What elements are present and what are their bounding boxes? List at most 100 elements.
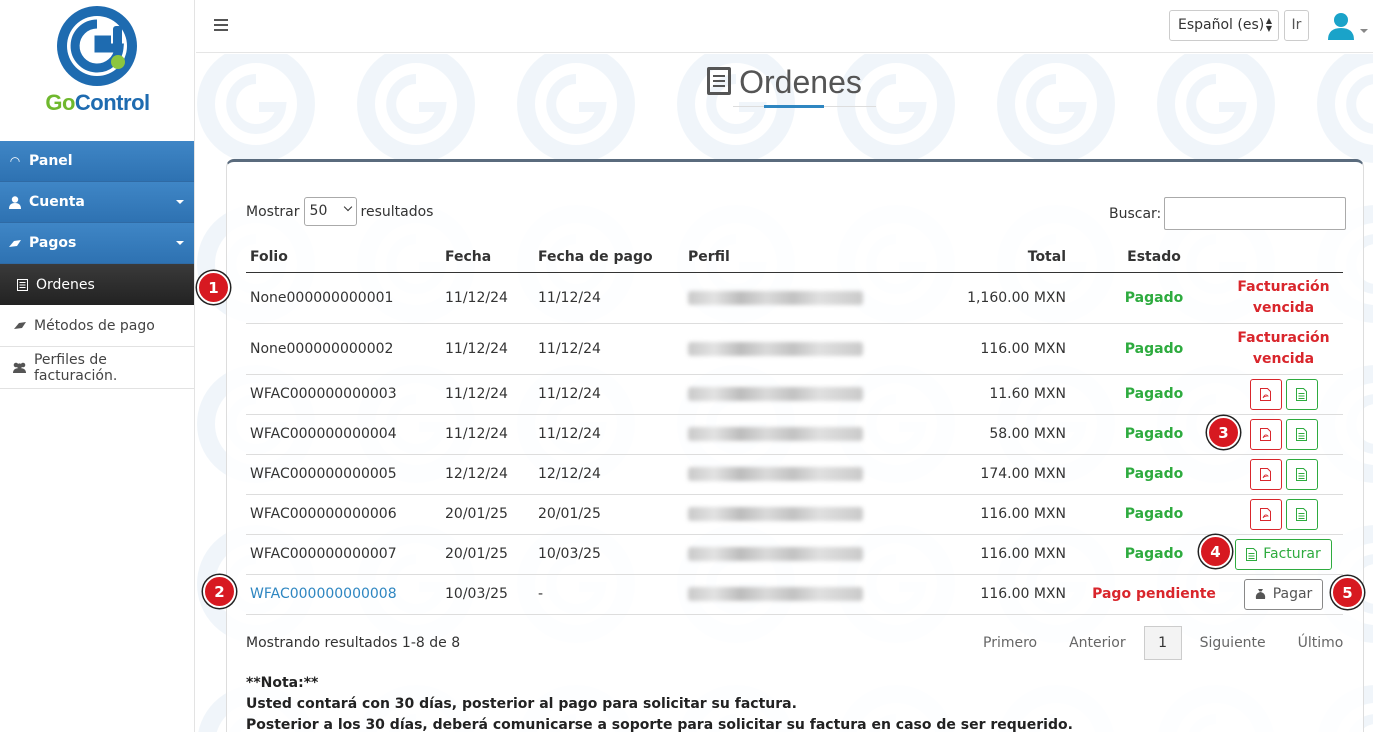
go-button[interactable]: Ir: [1284, 10, 1309, 41]
redacted-profile: [688, 341, 863, 356]
orders-card: Mostrar 50 resultados Buscar: Folio Fech…: [226, 159, 1364, 732]
main-content: Ordenes Mostrar 50 resultados Buscar: Fo…: [196, 54, 1373, 732]
column-header-perfil[interactable]: Perfil: [684, 242, 874, 273]
folio-cell: WFAC000000000005: [246, 454, 441, 495]
title-underline: [733, 105, 876, 108]
folio-link[interactable]: WFAC000000000008: [246, 574, 441, 615]
search-label: Buscar:: [1109, 205, 1162, 222]
annotation-marker-4: 4: [1199, 535, 1232, 568]
redacted-profile: [688, 547, 863, 561]
pagination-first[interactable]: Primero: [967, 635, 1053, 651]
invoice-file-icon: [1246, 547, 1258, 561]
pagination-last[interactable]: Último: [1282, 635, 1360, 651]
pagination-next[interactable]: Siguiente: [1184, 635, 1282, 651]
column-header-fecha-pago[interactable]: Fecha de pago: [534, 242, 684, 273]
fecha-cell: 12/12/24: [441, 454, 534, 495]
download-xml-button[interactable]: [1285, 378, 1318, 410]
status-badge: Pagado: [1084, 374, 1224, 415]
select-arrows-icon: ▲ ▼: [1265, 16, 1272, 33]
billing-expired-label: Facturación vencida: [1224, 272, 1343, 324]
folio-cell: WFAC000000000004: [246, 414, 441, 455]
sidebar-item-ordenes[interactable]: Ordenes: [0, 264, 194, 305]
facturar-label: Facturar: [1263, 546, 1321, 562]
gocontrol-logo[interactable]: GoControl: [0, 0, 194, 141]
column-header-folio[interactable]: Folio: [246, 242, 441, 273]
page-size-value: 50: [309, 203, 328, 219]
folio-cell: WFAC000000000007: [246, 534, 441, 575]
fecha-pago-cell: 10/03/25: [534, 534, 684, 575]
page-size-select[interactable]: 50: [303, 197, 357, 226]
folio-cell: None000000000001: [246, 272, 441, 324]
download-pdf-button[interactable]: [1249, 458, 1282, 490]
table-row: WFAC000000000006 20/01/25 20/01/25 116.0…: [246, 494, 1343, 535]
download-pdf-button[interactable]: [1249, 498, 1282, 530]
column-header-estado[interactable]: Estado: [1084, 242, 1224, 273]
show-label: Mostrar: [246, 203, 300, 220]
fecha-pago-cell: 11/12/24: [534, 374, 684, 415]
pagination-page-current[interactable]: 1: [1143, 626, 1182, 660]
user-menu[interactable]: [1328, 12, 1368, 42]
invoice-file-icon: [1296, 467, 1307, 481]
download-pdf-button[interactable]: [1249, 378, 1282, 410]
download-pdf-button[interactable]: [1249, 418, 1282, 450]
topbar: Español (es) ▲ ▼ Ir: [196, 0, 1373, 53]
redacted-profile: [688, 387, 863, 401]
pdf-file-icon: [1260, 387, 1271, 401]
orders-table: Folio Fecha Fecha de pago Perfil Total E…: [246, 242, 1343, 615]
column-header-total[interactable]: Total: [874, 242, 1084, 273]
total-cell: 58.00 MXN: [874, 414, 1084, 455]
folio-cell: WFAC000000000006: [246, 494, 441, 535]
fecha-pago-cell: 20/01/25: [534, 494, 684, 535]
download-xml-button[interactable]: [1285, 458, 1318, 490]
note: **Nota:** Usted contará con 30 días, pos…: [246, 673, 1073, 732]
invoice-file-icon: [1296, 387, 1307, 401]
download-xml-button[interactable]: [1285, 418, 1318, 450]
table-row: WFAC000000000003 11/12/24 11/12/24 11.60…: [246, 374, 1343, 415]
fecha-cell: 11/12/24: [441, 414, 534, 455]
pagination-previous[interactable]: Anterior: [1053, 635, 1142, 651]
annotation-marker-1: 1: [197, 271, 230, 304]
sidebar-item-panel[interactable]: ◠ Panel: [0, 141, 194, 182]
dashboard-icon: ◠: [10, 154, 20, 168]
page-title-text: Ordenes: [739, 64, 862, 100]
total-cell: 116.00 MXN: [874, 574, 1084, 615]
fecha-cell: 20/01/25: [441, 494, 534, 535]
chevron-down-icon: [176, 200, 184, 204]
sidebar-item-label: Cuenta: [29, 194, 85, 210]
chevron-down-icon: [176, 241, 184, 245]
facturar-button[interactable]: Facturar: [1235, 538, 1332, 570]
language-select[interactable]: Español (es) ▲ ▼: [1169, 10, 1279, 41]
table-header-row: Folio Fecha Fecha de pago Perfil Total E…: [246, 242, 1343, 273]
annotation-marker-5: 5: [1331, 576, 1364, 609]
perfil-cell: [684, 414, 874, 455]
money-icon: [12, 320, 28, 331]
perfil-cell: [684, 534, 874, 575]
note-line: Usted contará con 30 días, posterior al …: [246, 696, 797, 712]
download-xml-button[interactable]: [1285, 498, 1318, 530]
pagar-button[interactable]: Pagar: [1243, 578, 1324, 610]
sidebar-item-cuenta[interactable]: Cuenta: [0, 182, 194, 223]
note-line: Posterior a los 30 días, deberá comunica…: [246, 717, 1073, 732]
actions-cell: Pagar: [1224, 574, 1343, 615]
sidebar-item-metodos-de-pago[interactable]: Métodos de pago: [0, 305, 194, 347]
redacted-profile: [688, 290, 863, 305]
hamburger-menu-icon[interactable]: [214, 19, 228, 31]
fecha-pago-cell: 11/12/24: [534, 414, 684, 455]
search-control: Buscar:: [1109, 197, 1347, 230]
column-header-fecha[interactable]: Fecha: [441, 242, 534, 273]
sidebar-item-label: Ordenes: [36, 276, 95, 293]
sidebar-item-perfiles-facturacion[interactable]: Perfiles de facturación.: [0, 347, 194, 389]
perfil-cell: [684, 494, 874, 535]
redacted-profile: [688, 427, 863, 441]
list-icon: [14, 278, 30, 291]
actions-cell: Facturar: [1224, 534, 1343, 575]
note-title: **Nota:**: [246, 675, 319, 691]
folio-cell: WFAC000000000003: [246, 374, 441, 415]
sidebar-item-pagos[interactable]: Pagos: [0, 223, 194, 264]
search-input[interactable]: [1164, 197, 1347, 230]
page-size-control: Mostrar 50 resultados: [246, 197, 433, 226]
table-row: WFAC000000000004 11/12/24 11/12/24 58.00…: [246, 414, 1343, 455]
fecha-cell: 20/01/25: [441, 534, 534, 575]
pagination: Primero Anterior 1 Siguiente Último: [967, 626, 1359, 660]
redacted-profile: [688, 467, 863, 481]
